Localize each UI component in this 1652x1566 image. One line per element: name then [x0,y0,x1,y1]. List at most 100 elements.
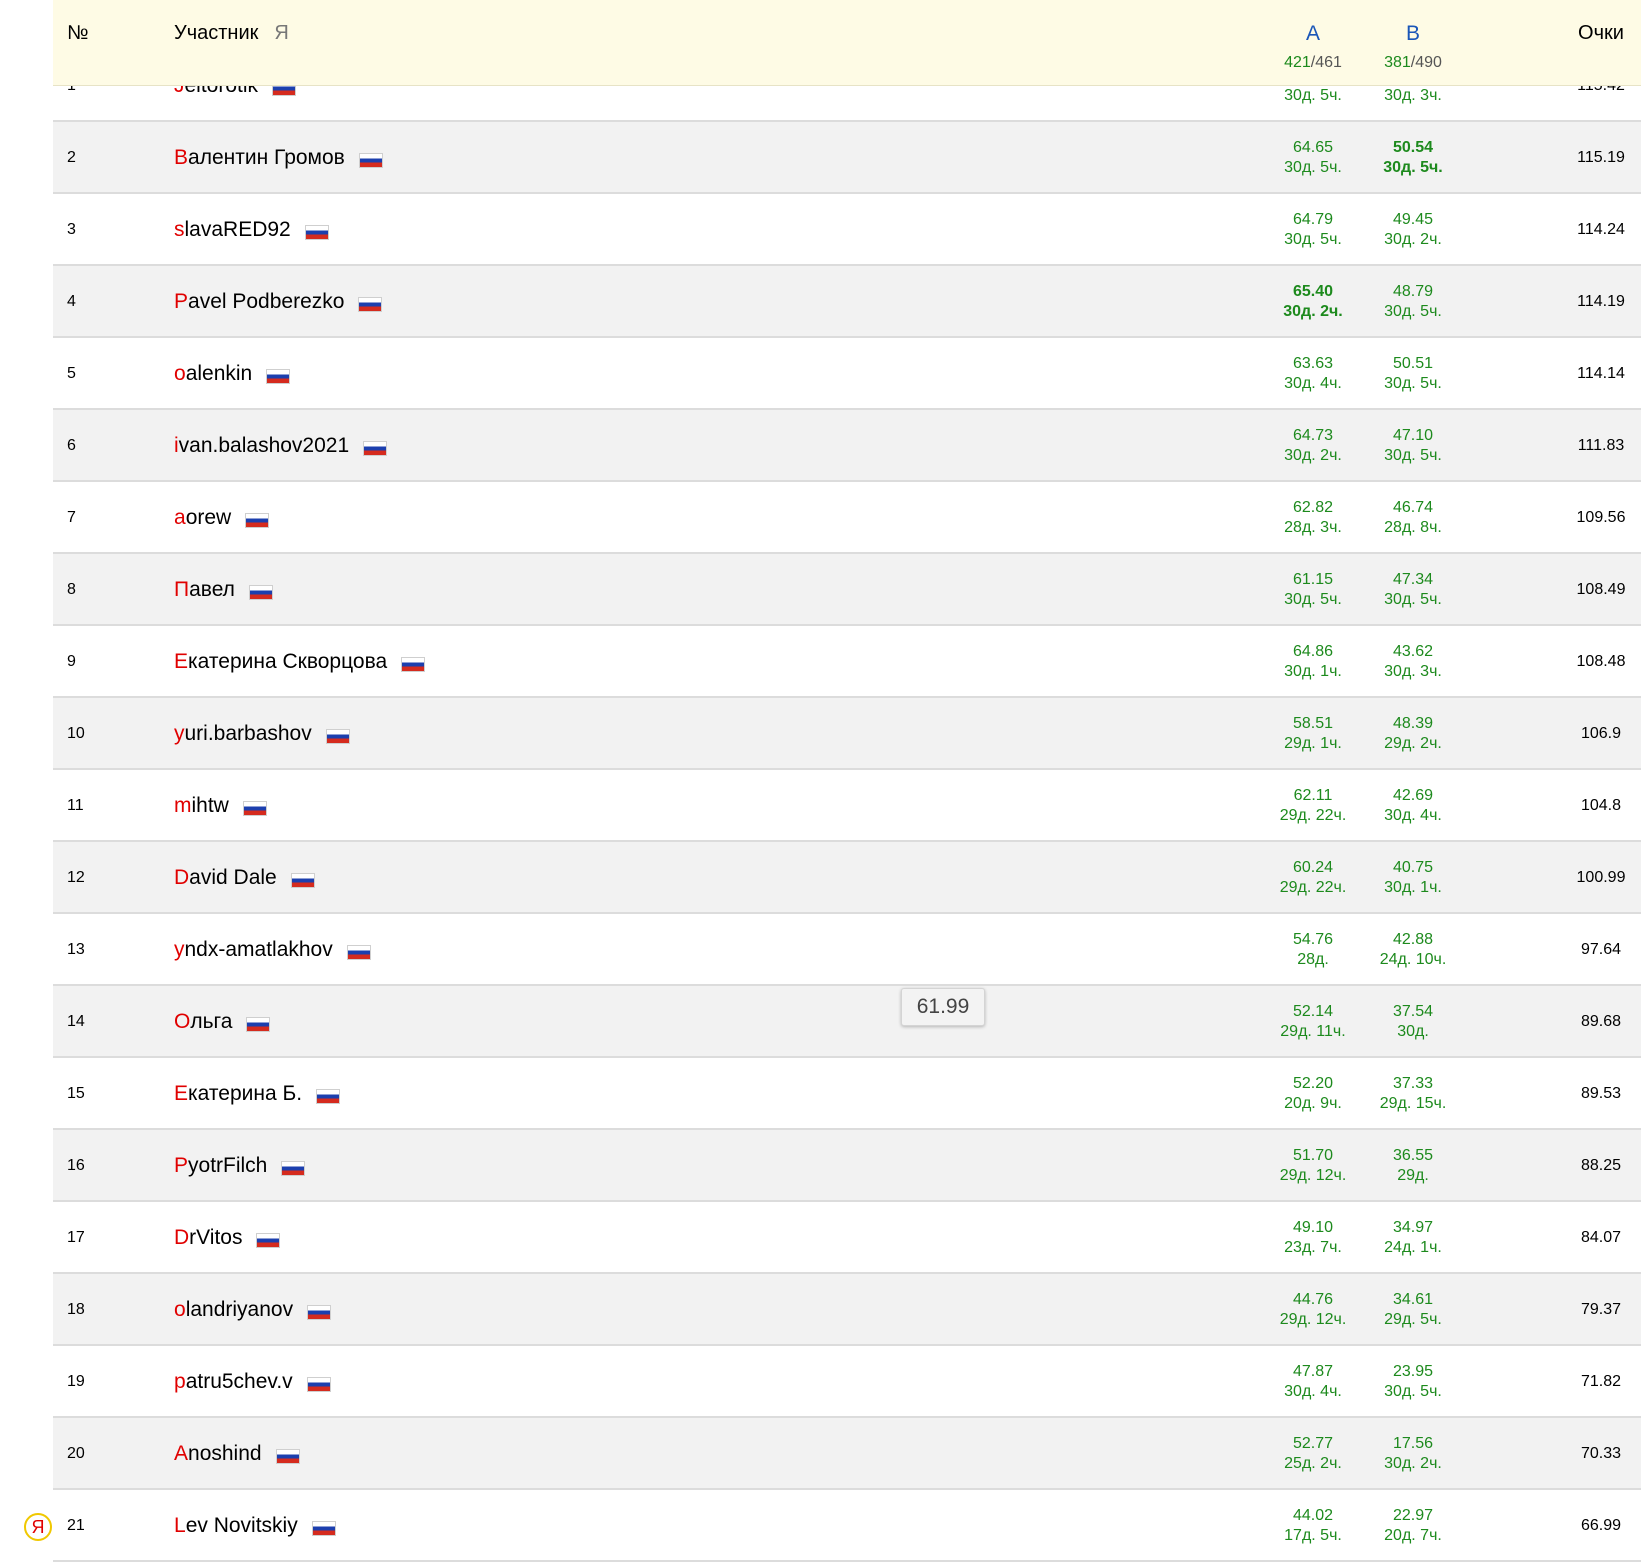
participant-name[interactable]: PyotrFilch [174,1130,306,1202]
participant-name-rest[interactable]: van.balashov2021 [179,434,349,458]
participant-name-rest[interactable]: noshind [188,1442,262,1466]
participant-name-rest[interactable]: rVitos [189,1226,242,1250]
participant-name[interactable]: Lev Novitskiy [174,1490,336,1562]
participant-initial[interactable]: L [174,1514,186,1538]
participant-name[interactable]: a orew [174,482,270,554]
problem-b-cell[interactable]: 17.56 30д. 2ч. [1353,1418,1473,1490]
problem-a-score: 44.02 [1292,1507,1334,1524]
participant-initial[interactable]: o [174,362,186,386]
me-marker-icon[interactable]: Я [24,1513,52,1541]
participant-name-rest[interactable]: катерина Скворцова [188,650,387,674]
participant-name[interactable]: Павел [174,554,273,626]
problem-b-cell[interactable]: 40.75 30д. 1ч. [1353,842,1473,914]
participant-name[interactable]: Ольга [174,986,271,1058]
participant-initial[interactable]: A [174,1442,188,1466]
problem-a-score: 65.40 [1292,283,1334,300]
problem-b-cell[interactable]: 48.39 29д. 2ч. [1353,698,1473,770]
participant-initial[interactable]: О [174,1010,190,1034]
problem-b-cell[interactable]: 42.88 24д. 10ч. [1353,914,1473,986]
header-problem-b[interactable]: B 381/490 [1353,0,1473,72]
participant-initial[interactable]: D [174,866,189,890]
participant-name[interactable]: o alenkin [174,338,291,410]
problem-b-cell[interactable]: 50.51 30д. 5ч. [1353,338,1473,410]
participant-name[interactable]: Екатерина Б. [174,1058,341,1130]
participant-name-rest[interactable]: uri.barbashov [185,722,312,746]
participant-name[interactable]: DrVitos [174,1202,281,1274]
row-rank: 14 [67,1013,85,1030]
table-row: 18 o landriyanov 44.76 29д. 12ч. 34.61 29д. 5ч… [53,1274,1641,1346]
problem-b-cell[interactable]: 37.54 30д. [1353,986,1473,1058]
participant-name[interactable]: m ihtw [174,770,267,842]
participant-initial[interactable]: P [174,1154,188,1178]
participant-name-rest[interactable]: orew [186,506,232,530]
problem-b-cell[interactable]: 43.62 30д. 3ч. [1353,626,1473,698]
participant-name[interactable]: i van.balashov2021 [174,410,388,482]
participant-name[interactable]: y uri.barbashov [174,698,350,770]
participant-initial[interactable]: D [174,1226,189,1250]
participant-name-rest[interactable]: avel Podberezko [188,290,344,314]
problem-b-cell[interactable]: 48.79 30д. 5ч. [1353,266,1473,338]
problem-a-time: 28д. 3ч. [1284,519,1342,536]
problem-b-letter[interactable]: B [1353,22,1473,46]
russia-flag-icon [242,800,267,816]
participant-initial[interactable]: Е [174,1082,188,1106]
table-row: 4 Pavel Podberezko 65.40 30д. 2ч. 48.79 30д. … [53,266,1641,338]
participant-name[interactable]: David Dale [174,842,315,914]
participant-name[interactable]: Anoshind [174,1418,300,1490]
row-points: 109.56 [1576,509,1626,526]
header-participant-label[interactable]: Участник [174,22,258,45]
problem-b-cell[interactable]: 36.55 29д. [1353,1130,1473,1202]
participant-name-rest[interactable]: льга [190,1010,232,1034]
participant-name-rest[interactable]: ihtw [192,794,229,818]
participant-initial[interactable]: y [174,722,185,746]
participant-name-rest[interactable]: landriyanov [186,1298,293,1322]
participant-initial[interactable]: В [174,146,188,170]
participant-name[interactable]: Валентин Громов [174,122,383,194]
participant-name-rest[interactable]: avid Dale [189,866,277,890]
problem-b-cell[interactable]: 37.33 29д. 15ч. [1353,1058,1473,1130]
problem-b-cell[interactable]: 50.54 30д. 5ч. [1353,122,1473,194]
problem-b-cell[interactable]: 42.69 30д. 4ч. [1353,770,1473,842]
problem-b-cell[interactable]: 23.95 30д. 5ч. [1353,1346,1473,1418]
participant-name[interactable]: Pavel Podberezko [174,266,383,338]
problem-b-time: 30д. 2ч. [1384,1455,1442,1472]
participant-initial[interactable]: m [174,794,192,818]
table-row: 2 Валентин Громов 64.65 30д. 5ч. 50.54 30д. 5… [53,122,1641,194]
participant-initial[interactable]: p [174,1370,186,1394]
header-participant[interactable]: Участник Я [174,22,289,45]
problem-b-cell[interactable]: 47.34 30д. 5ч. [1353,554,1473,626]
participant-initial[interactable]: y [174,938,185,962]
participant-initial[interactable]: s [174,218,185,242]
problem-b-cell[interactable]: 34.61 29д. 5ч. [1353,1274,1473,1346]
problem-b-time: 29д. 2ч. [1384,735,1442,752]
participant-initial[interactable]: o [174,1298,186,1322]
problem-b-score: 42.69 [1392,787,1434,804]
participant-initial[interactable]: P [174,290,188,314]
participant-name-rest[interactable]: катерина Б. [188,1082,302,1106]
problem-b-time: 30д. 5ч. [1384,591,1442,608]
participant-name-rest[interactable]: lavaRED92 [185,218,291,242]
problem-b-cell[interactable]: 22.97 20д. 7ч. [1353,1490,1473,1562]
problem-b-cell[interactable]: 34.97 24д. 1ч. [1353,1202,1473,1274]
participant-name-rest[interactable]: yotrFilch [188,1154,267,1178]
problem-b-cell[interactable]: 49.45 30д. 2ч. [1353,194,1473,266]
me-filter-icon[interactable]: Я [274,22,288,45]
participant-name[interactable]: s lavaRED92 [174,194,329,266]
participant-initial[interactable]: П [174,578,189,602]
participant-name[interactable]: Екатерина Скворцова [174,626,426,698]
russia-flag-icon [307,1304,332,1320]
table-row: 7 a orew 62.82 28д. 3ч. 46.74 28д. 8ч. 109.56 [53,482,1641,554]
participant-name[interactable]: p atru5chev.v [174,1346,331,1418]
participant-name-rest[interactable]: алентин Громов [188,146,345,170]
participant-name-rest[interactable]: atru5chev.v [186,1370,293,1394]
problem-b-cell[interactable]: 46.74 28д. 8ч. [1353,482,1473,554]
problem-b-cell[interactable]: 47.10 30д. 5ч. [1353,410,1473,482]
participant-name-rest[interactable]: авел [189,578,235,602]
participant-name-rest[interactable]: ndx-amatlakhov [185,938,333,962]
participant-initial[interactable]: Е [174,650,188,674]
participant-name-rest[interactable]: alenkin [186,362,253,386]
participant-name[interactable]: y ndx-amatlakhov [174,914,371,986]
participant-name-rest[interactable]: ev Novitskiy [186,1514,298,1538]
participant-name[interactable]: o landriyanov [174,1274,332,1346]
participant-initial[interactable]: a [174,506,186,530]
